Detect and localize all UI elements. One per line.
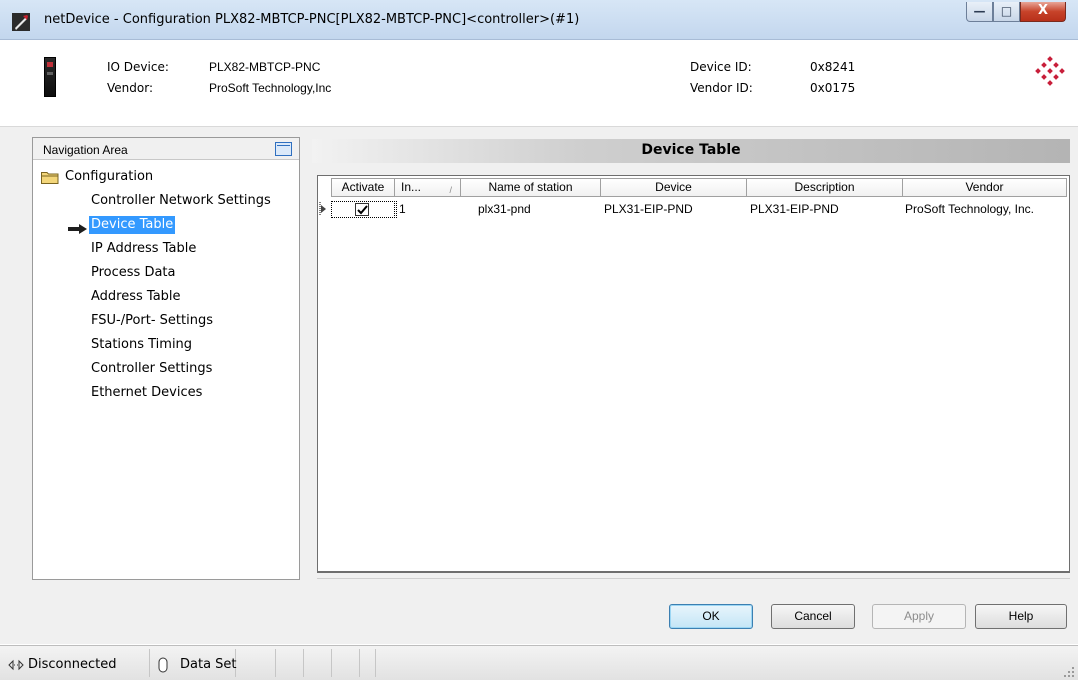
status-segment-empty-3	[304, 649, 332, 677]
window-title: netDevice - Configuration PLX82-MBTCP-PN…	[44, 12, 580, 27]
nav-item-stations-timing[interactable]: Stations Timing	[89, 336, 194, 354]
cell-vendor: ProSoft Technology, Inc.	[905, 202, 1034, 216]
disconnected-icon	[8, 659, 24, 671]
status-connection: Disconnected	[0, 649, 150, 677]
io-device-label: IO Device:	[107, 60, 169, 74]
window-controls: — □ X	[966, 2, 1066, 24]
navigation-panel: Navigation Area Configuration Controller…	[32, 137, 300, 580]
io-device-value: PLX82-MBTCP-PNC	[209, 60, 321, 74]
nav-item-fsu-port-settings[interactable]: FSU-/Port- Settings	[89, 312, 215, 330]
status-segment-empty-1	[236, 649, 276, 677]
activate-cell	[331, 201, 395, 218]
nav-item-controller-settings[interactable]: Controller Settings	[89, 360, 214, 378]
data-set-icon	[158, 657, 168, 673]
status-segment-empty-4	[332, 649, 360, 677]
nav-item-ip-address-table[interactable]: IP Address Table	[89, 240, 198, 258]
cell-name-of-station: plx31-pnd	[478, 202, 531, 216]
device-header	[0, 40, 1078, 126]
nav-item-device-table[interactable]: Device Table	[89, 216, 176, 234]
column-header-activate[interactable]: Activate	[331, 178, 395, 197]
sort-icon: /	[449, 185, 452, 195]
column-header-index-label: In...	[401, 180, 422, 194]
section-title-bar: Device Table	[312, 139, 1070, 163]
device-id-label: Device ID:	[690, 60, 752, 74]
cell-description: PLX31-EIP-PND	[750, 202, 839, 216]
folder-icon	[41, 172, 59, 184]
maximize-icon: □	[1000, 4, 1013, 18]
apply-button[interactable]: Apply	[872, 604, 966, 629]
minimize-button[interactable]: —	[966, 2, 993, 22]
device-table-grid[interactable]: Activate In... / Name of station Device …	[317, 175, 1070, 573]
column-header-vendor[interactable]: Vendor	[903, 178, 1067, 197]
navigation-header: Navigation Area	[33, 138, 299, 160]
device-image	[44, 57, 56, 97]
minimize-icon: —	[973, 4, 986, 18]
vendor-value: ProSoft Technology,Inc	[209, 81, 332, 95]
checkmark-icon	[357, 205, 368, 215]
status-data-set: Data Set	[150, 649, 237, 677]
column-header-index[interactable]: In... /	[395, 178, 461, 197]
status-segment-empty-2	[276, 649, 304, 677]
tree-root-label: Configuration	[65, 169, 154, 184]
app-icon	[12, 13, 30, 31]
nav-item-ethernet-devices[interactable]: Ethernet Devices	[89, 384, 204, 402]
title-bar: netDevice - Configuration PLX82-MBTCP-PN…	[0, 0, 1078, 40]
brand-logo	[1035, 56, 1065, 86]
close-button[interactable]: X	[1020, 2, 1066, 22]
status-segment-empty-5	[360, 649, 376, 677]
cell-device: PLX31-EIP-PND	[604, 202, 693, 216]
resize-grip-icon[interactable]	[1064, 667, 1074, 677]
status-bar: Disconnected Data Set	[0, 645, 1078, 680]
column-header-device[interactable]: Device	[601, 178, 747, 197]
data-set-text: Data Set	[180, 657, 237, 672]
row-indicator-icon	[319, 202, 326, 216]
close-icon: X	[1037, 3, 1049, 18]
connection-status-text: Disconnected	[28, 657, 117, 672]
vendor-id-label: Vendor ID:	[690, 81, 753, 95]
maximize-button[interactable]: □	[993, 2, 1020, 22]
table-header-row: Activate In... / Name of station Device …	[318, 176, 1069, 198]
help-button[interactable]: Help	[975, 604, 1067, 629]
device-id-value: 0x8241	[810, 60, 856, 74]
nav-item-controller-network-settings[interactable]: Controller Network Settings	[89, 192, 273, 210]
cancel-button[interactable]: Cancel	[771, 604, 855, 629]
ok-button[interactable]: OK	[669, 604, 753, 629]
cell-index: 1	[396, 201, 460, 218]
selection-arrow-icon	[68, 224, 87, 234]
table-row[interactable]: 1 plx31-pnd PLX31-EIP-PND PLX31-EIP-PND …	[318, 199, 1069, 218]
column-header-name-of-station[interactable]: Name of station	[461, 178, 601, 197]
section-title: Device Table	[641, 142, 741, 158]
collapse-panel-icon[interactable]	[275, 142, 292, 156]
vendor-label: Vendor:	[107, 81, 153, 95]
nav-item-address-table[interactable]: Address Table	[89, 288, 183, 306]
activate-checkbox[interactable]	[355, 203, 369, 216]
table-bottom-divider	[317, 578, 1070, 579]
navigation-title: Navigation Area	[43, 143, 128, 157]
column-header-description[interactable]: Description	[747, 178, 903, 197]
nav-item-process-data[interactable]: Process Data	[89, 264, 178, 282]
vendor-id-value: 0x0175	[810, 81, 856, 95]
